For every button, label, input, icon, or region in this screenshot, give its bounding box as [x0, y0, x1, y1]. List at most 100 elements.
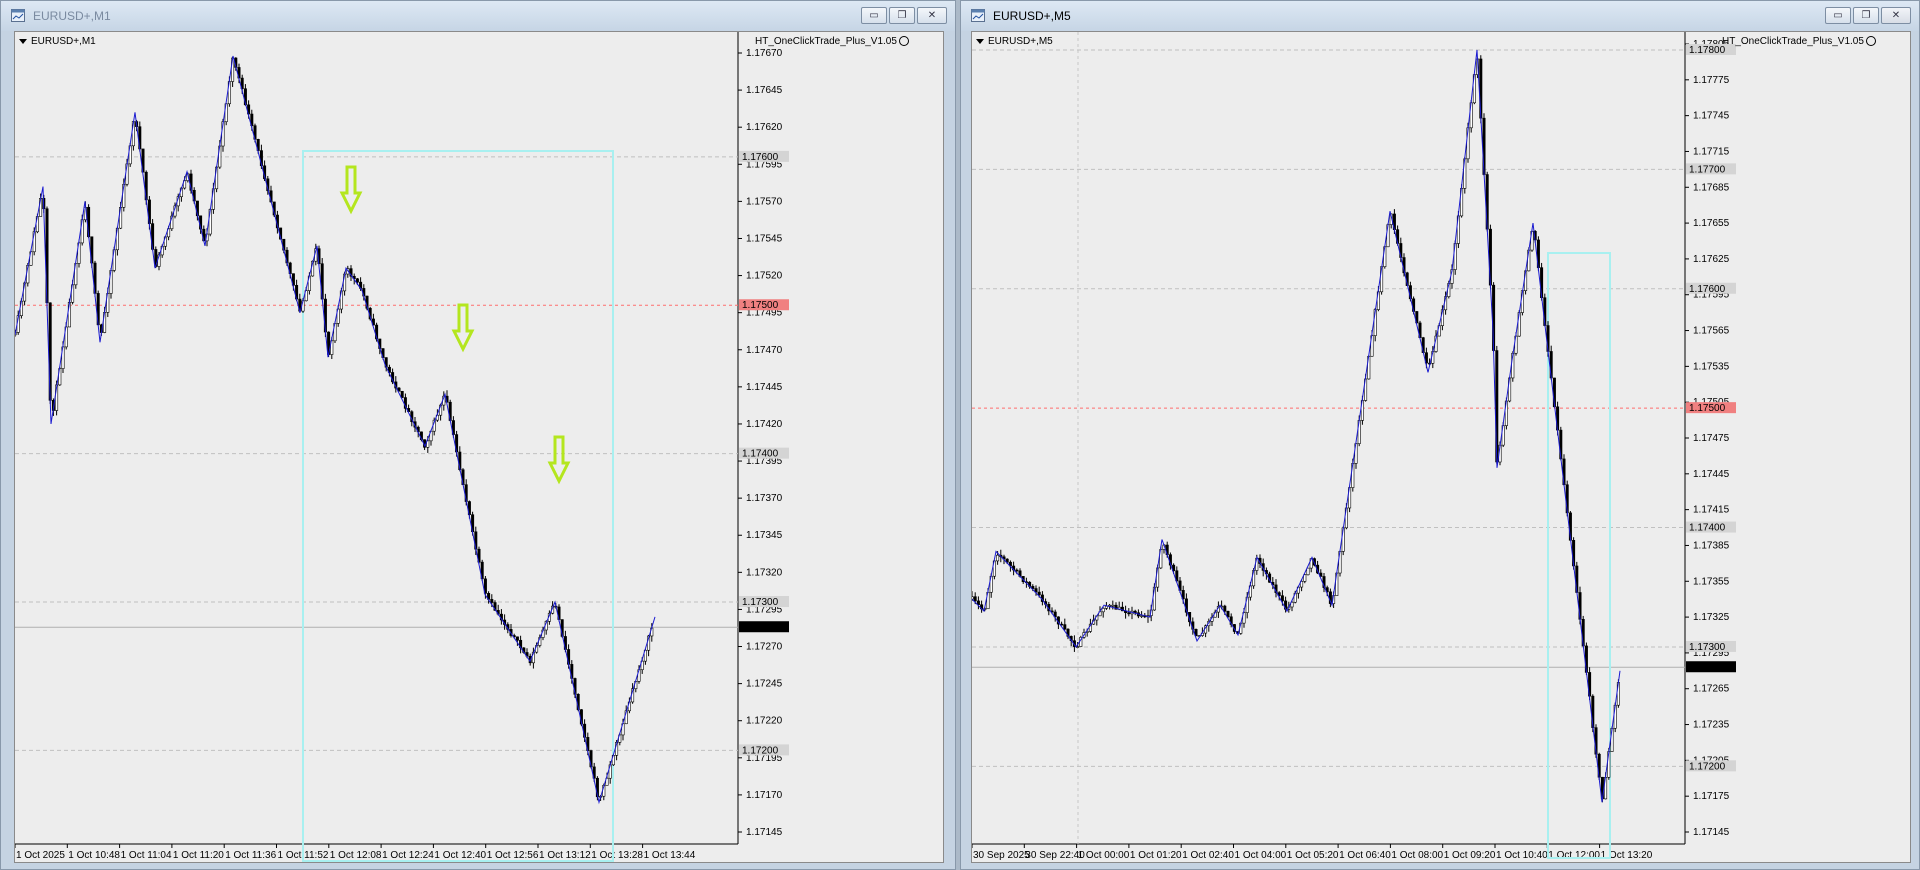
price-tick-label: 1.17145 — [1693, 827, 1730, 838]
chart-area[interactable]: 1.178051.177751.177451.177151.176851.176… — [971, 31, 1911, 863]
price-tick-label: 1.17235 — [1693, 720, 1730, 731]
selection-rectangle — [302, 150, 614, 862]
expert-advisor-label: HT_OneClickTrade_Plus_V1.05 — [1722, 36, 1876, 47]
candle-body — [355, 278, 359, 283]
time-tick-label: 1 Oct 11:04 — [121, 850, 172, 861]
title-bar[interactable]: EURUSD+,M5 ▭ ❐ ✕ — [961, 1, 1919, 31]
zigzag-line — [972, 49, 1621, 803]
time-tick-label: 30 Sep 2025 — [973, 850, 1030, 861]
smiley-icon — [1865, 36, 1876, 46]
time-tick-label: 1 Oct 12:24 — [382, 850, 434, 861]
price-tick-label: 1.17670 — [746, 48, 783, 59]
level-tag-label: 1.17300 — [1689, 642, 1726, 653]
close-icon: ✕ — [1891, 10, 1901, 21]
level-tag-label: 1.17300 — [742, 597, 779, 608]
level-tag-label: 1.17400 — [1689, 523, 1726, 534]
minimize-button[interactable]: ▭ — [1825, 7, 1851, 24]
price-tick-label: 1.17345 — [746, 530, 783, 541]
candle-body — [1063, 624, 1067, 630]
price-tick-label: 1.17220 — [746, 716, 783, 727]
candle-body — [490, 599, 494, 603]
restore-button[interactable]: ❐ — [889, 7, 915, 24]
price-tick-label: 1.17545 — [746, 233, 783, 244]
time-tick-label: 1 Oct 13:20 — [1601, 850, 1653, 861]
candle-body — [400, 390, 404, 398]
time-tick-label: 1 Oct 05:20 — [1287, 850, 1339, 861]
level-tag-label: 1.17200 — [1689, 761, 1726, 772]
minimize-icon: ▭ — [1833, 10, 1843, 21]
time-tick-label: 1 Oct 00:00 — [1078, 850, 1130, 861]
candle-body — [1127, 612, 1131, 615]
price-tick-label: 1.17475 — [1693, 433, 1730, 444]
window-title: EURUSD+,M1 — [33, 9, 111, 23]
down-arrow-icon — [451, 303, 475, 353]
price-tick-label: 1.17320 — [746, 567, 783, 578]
restore-icon: ❐ — [1861, 10, 1871, 21]
price-tick-label: 1.17535 — [1693, 361, 1730, 372]
expert-advisor-label: HT_OneClickTrade_Plus_V1.05 — [755, 36, 909, 47]
price-tick-label: 1.17655 — [1693, 218, 1730, 229]
price-tick-label: 1.17565 — [1693, 326, 1730, 337]
chart-window-m1[interactable]: EURUSD+,M1 ▭ ❐ ✕ 1.17670 1.17645 1.17620 1.… — [0, 0, 956, 870]
candle-body — [1037, 591, 1041, 596]
candle-body — [1015, 569, 1019, 572]
candle-body — [1140, 615, 1144, 617]
price-tick-label: 1.17520 — [746, 271, 783, 282]
price-tick-label: 1.17745 — [1693, 111, 1730, 122]
level-tag-label: 1.17800 — [1689, 45, 1726, 56]
red-level-label: 1.17500 — [1689, 403, 1726, 414]
time-tick-label: 1 Oct 06:40 — [1339, 850, 1391, 861]
price-tick-label: 1.17415 — [1693, 505, 1730, 516]
price-tick-label: 1.17270 — [746, 642, 783, 653]
candle-body — [1133, 610, 1137, 614]
chart-area[interactable]: 1.17670 1.17645 1.17620 1.17595 1.17570 1.175… — [14, 31, 944, 863]
symbol-selector[interactable]: EURUSD+,M1 — [19, 36, 96, 47]
title-bar[interactable]: EURUSD+,M1 ▭ ❐ ✕ — [1, 1, 955, 31]
candle-body — [515, 636, 519, 641]
red-level-label: 1.17500 — [742, 300, 779, 311]
candlesticks — [972, 55, 1620, 803]
close-icon: ✕ — [927, 10, 937, 21]
time-tick-label: 1 Oct 02:40 — [1182, 850, 1234, 861]
restore-button[interactable]: ❐ — [1853, 7, 1879, 24]
price-chart[interactable]: 1.178051.177751.177451.177151.176851.176… — [972, 32, 1911, 863]
chart-window-m5[interactable]: EURUSD+,M5 ▭ ❐ ✕ 1.178051.177751.177451.… — [960, 0, 1920, 870]
candle-body — [973, 596, 977, 602]
chart-window-icon — [971, 9, 985, 22]
price-chart[interactable]: 1.176701.176451.176201.175951.175701.175… — [15, 32, 944, 863]
candle-body — [1280, 595, 1284, 602]
time-tick-label: 1 Oct 01:20 — [1130, 850, 1182, 861]
window-title: EURUSD+,M5 — [993, 9, 1071, 23]
time-tick-label: 1 Oct 11:20 — [173, 850, 224, 861]
price-tick-label: 1.17355 — [1693, 576, 1730, 587]
down-arrow-icon — [339, 165, 363, 215]
time-tick-label: 1 Oct 10:48 — [68, 850, 120, 861]
price-tick-label: 1.17570 — [746, 196, 783, 207]
candle-body — [1306, 567, 1310, 576]
smiley-icon — [898, 36, 909, 46]
symbol-selector[interactable]: EURUSD+,M5 — [976, 36, 1053, 47]
minimize-button[interactable]: ▭ — [861, 7, 887, 24]
time-tick-label: 1 Oct 13:28 — [591, 850, 643, 861]
close-button[interactable]: ✕ — [917, 7, 947, 24]
candle-body — [1226, 610, 1230, 618]
restore-icon: ❐ — [897, 10, 907, 21]
level-tag-label: 1.17700 — [1689, 164, 1726, 175]
candlesticks — [15, 56, 654, 801]
time-tick-label: 1 Oct 08:00 — [1391, 850, 1443, 861]
time-tick-label: 30 Sep 22:40 — [1025, 850, 1085, 861]
time-tick-label: 1 Oct 13:44 — [644, 850, 696, 861]
price-tick-label: 1.17265 — [1693, 684, 1730, 695]
price-tick-label: 1.17170 — [746, 790, 783, 801]
close-button[interactable]: ✕ — [1881, 7, 1911, 24]
level-tag-label: 1.17200 — [742, 745, 779, 756]
price-tick-label: 1.17625 — [1693, 254, 1730, 265]
price-tick-label: 1.17645 — [746, 85, 783, 96]
price-tick-label: 1.17145 — [746, 827, 783, 838]
price-tick-label: 1.17445 — [746, 382, 783, 393]
time-tick-label: 1 Oct 12:40 — [434, 850, 486, 861]
candle-body — [996, 554, 1000, 562]
level-tag-label: 1.17400 — [742, 449, 779, 460]
candle-body — [1223, 605, 1227, 612]
level-tag-label: 1.17600 — [742, 152, 779, 163]
